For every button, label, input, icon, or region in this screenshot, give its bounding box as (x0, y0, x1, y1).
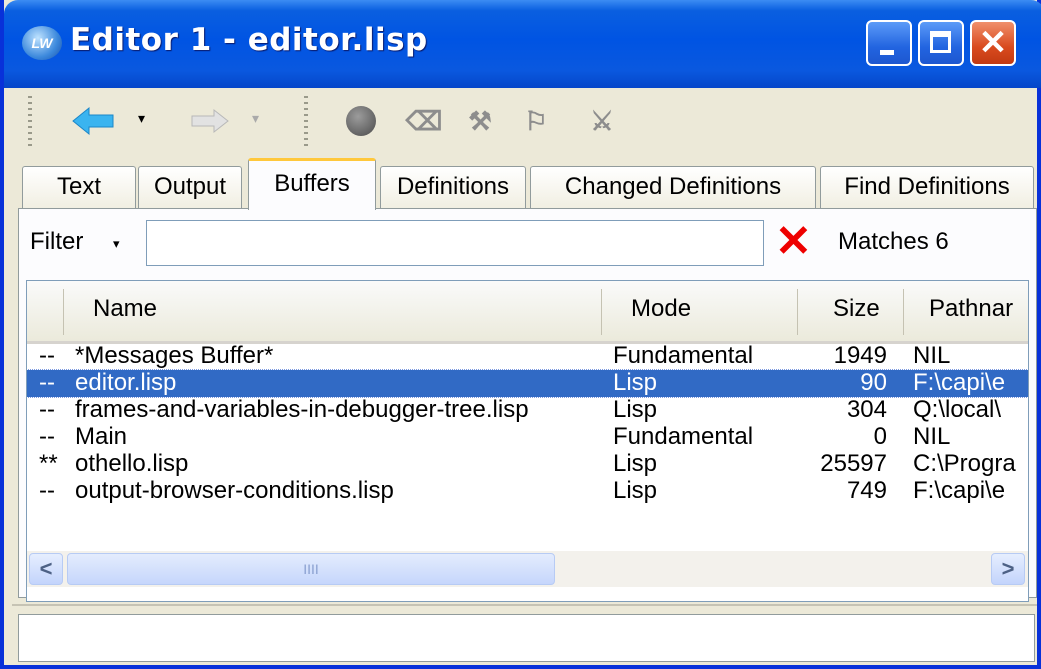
column-separator[interactable] (63, 289, 64, 335)
status-bar (18, 614, 1035, 662)
column-header-mode[interactable]: Mode (631, 295, 691, 323)
column-header-name[interactable]: Name (93, 295, 157, 323)
row-mode: Lisp (613, 369, 658, 396)
list-item[interactable]: -- *Messages Buffer* Fundamental 1949 NI… (27, 343, 1028, 370)
row-size: 304 (846, 396, 887, 423)
row-name: othello.lisp (75, 450, 189, 477)
title-bar[interactable]: LW Editor 1 - editor.lisp ✕ (4, 0, 1041, 88)
tool-button-4[interactable]: ⚐ (514, 102, 558, 140)
filter-label[interactable]: Filter (30, 228, 83, 256)
row-mode: Fundamental (613, 423, 754, 450)
buffers-list[interactable]: Name Mode Size Pathnar -- *Messages Buff… (26, 280, 1029, 602)
tab-output[interactable]: Output (138, 166, 242, 208)
tab-find-definitions[interactable]: Find Definitions (820, 166, 1034, 208)
row-path: F:\capi\e (913, 477, 1006, 504)
row-size: 1949 (833, 342, 887, 369)
column-separator[interactable] (797, 289, 798, 335)
stop-icon (346, 106, 376, 136)
horizontal-scrollbar[interactable]: < IIII > (27, 551, 1028, 587)
column-header-pathname[interactable]: Pathnar (929, 295, 1013, 323)
tab-definitions[interactable]: Definitions (380, 166, 526, 208)
maximize-icon (930, 31, 951, 53)
column-separator[interactable] (903, 289, 904, 335)
row-path: NIL (913, 423, 951, 450)
row-flag: -- (39, 477, 55, 504)
back-dropdown-arrow[interactable]: ▾ (138, 110, 145, 127)
tool-button-3[interactable]: ⚒ (458, 102, 502, 140)
scroll-thumb[interactable]: IIII (67, 553, 555, 585)
row-flag: -- (39, 369, 55, 396)
scroll-right-button[interactable]: > (991, 553, 1025, 585)
row-name: *Messages Buffer* (75, 342, 274, 369)
toolbar: ▾ ▾ ⌫ ⚒ ⚐ ⚔ (8, 88, 1041, 154)
row-name: frames-and-variables-in-debugger-tree.li… (75, 396, 529, 423)
tab-text[interactable]: Text (22, 166, 136, 208)
divider (12, 604, 1037, 606)
forward-arrow-icon (191, 108, 229, 134)
evaluate-icon: ⌫ (405, 105, 443, 136)
debug-icon: ⚔ (590, 105, 614, 136)
close-icon: ✕ (978, 24, 1008, 62)
row-size: 0 (873, 423, 887, 450)
row-path: F:\capi\e (913, 369, 1006, 396)
row-flag: -- (39, 396, 55, 423)
tab-changed-definitions[interactable]: Changed Definitions (530, 166, 816, 208)
row-size: 90 (860, 369, 887, 396)
list-item[interactable]: -- frames-and-variables-in-debugger-tree… (27, 397, 1028, 424)
forward-dropdown-arrow[interactable]: ▾ (252, 110, 259, 127)
row-size: 749 (846, 477, 887, 504)
back-arrow-icon (72, 106, 114, 136)
minimize-button[interactable] (866, 20, 912, 66)
row-mode: Fundamental (613, 342, 754, 369)
list-item[interactable]: ** othello.lisp Lisp 25597 C:\Progra (27, 451, 1028, 478)
column-header-size[interactable]: Size (833, 295, 880, 323)
row-size: 25597 (820, 450, 887, 477)
list-item[interactable]: -- Main Fundamental 0 NIL (27, 424, 1028, 451)
back-button[interactable] (68, 102, 118, 140)
row-name: editor.lisp (75, 369, 177, 396)
list-header: Name Mode Size Pathnar (27, 281, 1028, 344)
matches-count: Matches 6 (838, 228, 949, 255)
load-icon: ⚐ (524, 105, 548, 136)
row-flag: -- (39, 342, 55, 369)
tool-button-5[interactable]: ⚔ (580, 102, 624, 140)
tab-strip: Text Output Buffers Definitions Changed … (22, 158, 1041, 210)
row-path: Q:\local\ (913, 396, 1002, 423)
lispworks-app-icon: LW (22, 26, 62, 60)
scroll-left-button[interactable]: < (29, 553, 63, 585)
list-item-selected[interactable]: -- editor.lisp Lisp 90 F:\capi\e (27, 369, 1028, 398)
stop-button[interactable] (342, 102, 380, 140)
row-flag: -- (39, 423, 55, 450)
forward-button[interactable] (188, 102, 232, 140)
tab-buffers[interactable]: Buffers (248, 158, 376, 210)
filter-dropdown-icon[interactable]: ▾ (113, 236, 120, 252)
toolbar-grip[interactable] (304, 96, 308, 146)
compile-icon: ⚒ (468, 105, 492, 136)
close-button[interactable]: ✕ (970, 20, 1016, 66)
row-mode: Lisp (613, 396, 658, 423)
toolbar-grip[interactable] (28, 96, 32, 146)
window-title: Editor 1 - editor.lisp (70, 22, 428, 58)
column-separator[interactable] (601, 289, 602, 335)
row-flag: ** (39, 450, 58, 477)
filter-input[interactable] (146, 220, 764, 266)
row-mode: Lisp (613, 477, 658, 504)
maximize-button[interactable] (918, 20, 964, 66)
row-name: Main (75, 423, 128, 450)
row-path: NIL (913, 342, 951, 369)
tool-button-2[interactable]: ⌫ (402, 102, 446, 140)
clear-filter-icon[interactable]: ✕ (775, 218, 812, 266)
row-path: C:\Progra (913, 450, 1016, 477)
minimize-icon (880, 50, 894, 55)
row-name: output-browser-conditions.lisp (75, 477, 394, 504)
list-item[interactable]: -- output-browser-conditions.lisp Lisp 7… (27, 478, 1028, 505)
row-mode: Lisp (613, 450, 658, 477)
